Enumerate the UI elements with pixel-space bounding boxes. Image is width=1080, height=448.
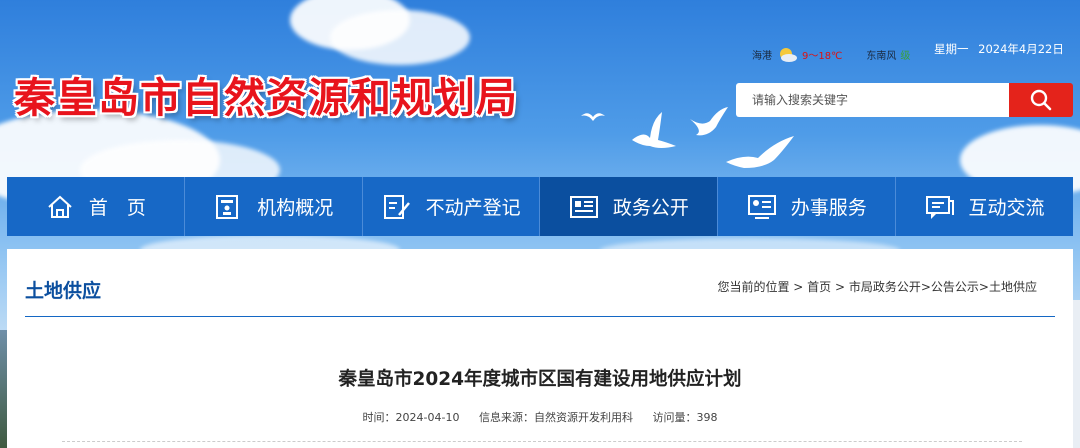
article-source: 信息来源：自然资源开发利用科 (478, 411, 633, 424)
article-time: 时间：2024-04-10 (362, 411, 460, 424)
date-text: 2024年4月22日 (978, 42, 1064, 56)
meta-divider (62, 441, 1022, 442)
breadcrumb-home[interactable]: 首页 (807, 280, 831, 294)
article-views: 访问量：398 (652, 411, 718, 424)
register-icon (382, 192, 412, 222)
nav-gov-open-label: 政务公开 (612, 197, 689, 219)
home-icon (45, 192, 75, 222)
nav-gov-open[interactable]: 政务公开 (540, 177, 719, 236)
bird-icon (581, 113, 605, 121)
section-divider (25, 316, 1055, 317)
org-icon (213, 192, 243, 222)
interaction-icon (925, 192, 955, 222)
bird-icon (632, 112, 676, 148)
nav-interaction[interactable]: 互动交流 (896, 177, 1073, 236)
article-title: 秦皇岛市2024年度城市区国有建设用地供应计划 (338, 369, 742, 390)
decor-right-strip (1073, 300, 1080, 448)
article-meta: 时间：2024-04-10 信息来源：自然资源开发利用科 访问量：398 (7, 409, 1073, 425)
nav-home[interactable]: 首 页 (7, 177, 185, 236)
weather-widget: 海港 9～18℃ 东南风 级 (752, 46, 910, 62)
nav-service[interactable]: 办事服务 (718, 177, 897, 236)
section-title: 土地供应 (25, 280, 102, 302)
weather-temp: 9～18℃ (802, 50, 843, 62)
site-title: 秦皇岛市自然资源和规划局 (14, 74, 518, 122)
nav-interaction-label: 互动交流 (968, 197, 1045, 219)
decor-left-strip (0, 330, 7, 448)
breadcrumb-sep: > (831, 280, 849, 294)
gov-open-icon (569, 192, 599, 222)
search-input[interactable] (736, 83, 1009, 117)
breadcrumb-prefix: 您当前的位置 (717, 280, 790, 294)
breadcrumb: 您当前的位置 > 首页 > 市局政务公开>公告公示>土地供应 (717, 278, 1037, 295)
nav-home-label: 首 页 (88, 197, 146, 219)
search-button[interactable] (1009, 83, 1073, 117)
bird-icon (726, 136, 794, 168)
breadcrumb-path[interactable]: 市局政务公开>公告公示>土地供应 (849, 280, 1037, 294)
nav-org-label: 机构概况 (257, 197, 334, 219)
nav-org[interactable]: 机构概况 (184, 177, 363, 236)
nav-register-label: 不动产登记 (425, 197, 521, 219)
main-nav: 首 页 机构概况 不动产登记 政务公开 办事服务 互动交流 (7, 177, 1073, 236)
current-date: 星期一 2024年4月22日 (934, 41, 1064, 57)
weather-city: 海港 (752, 50, 772, 62)
weather-wind-grade: 级 (900, 50, 911, 62)
sun-cloud-icon (776, 46, 798, 62)
nav-service-label: 办事服务 (790, 197, 867, 219)
weekday: 星期一 (934, 42, 969, 56)
service-icon (747, 192, 777, 222)
content-panel: 土地供应 您当前的位置 > 首页 > 市局政务公开>公告公示>土地供应 秦皇岛市… (7, 249, 1073, 448)
nav-register[interactable]: 不动产登记 (362, 177, 541, 236)
search-bar (736, 83, 1073, 117)
weather-wind: 东南风 (866, 50, 897, 62)
search-icon (1030, 89, 1052, 111)
breadcrumb-sep: > (789, 280, 808, 294)
